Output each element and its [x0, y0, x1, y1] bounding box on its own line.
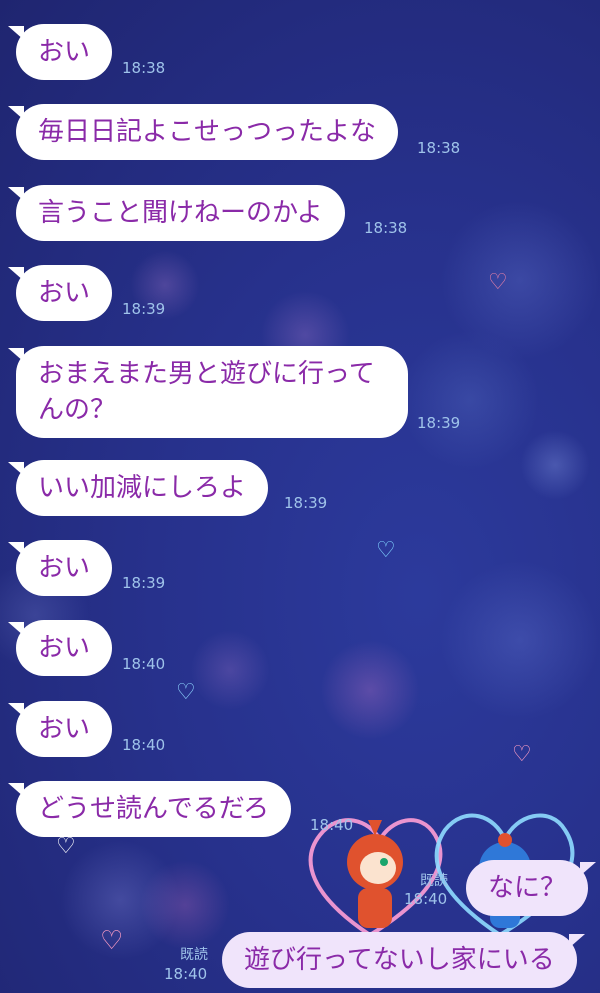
message-time: 18:40: [164, 965, 208, 983]
message-time: 18:39: [122, 300, 166, 318]
message-bubble[interactable]: いい加減にしろよ: [7, 460, 269, 516]
message-bubble[interactable]: おい: [7, 24, 113, 80]
message-bubble[interactable]: おい: [7, 620, 113, 676]
heart-icon: ♡: [512, 742, 532, 767]
message-time: 18:38: [417, 139, 461, 157]
heart-icon: ♡: [176, 680, 196, 705]
heart-icon: ♡: [488, 270, 508, 295]
message-time: 18:39: [417, 414, 461, 432]
heart-icon: ♡: [100, 926, 124, 956]
message-bubble[interactable]: おい: [7, 265, 113, 321]
bokeh-light: [520, 430, 590, 500]
bokeh-light: [190, 630, 270, 710]
heart-icon: ♡: [56, 834, 76, 859]
message-time: 18:40: [404, 890, 448, 908]
message-time: 18:39: [284, 494, 328, 512]
bokeh-light: [440, 560, 600, 720]
sent-message-bubble[interactable]: 遊び行ってないし家にいる: [222, 932, 585, 988]
bokeh-light: [140, 860, 230, 950]
read-receipt: 既読: [180, 947, 208, 963]
message-bubble[interactable]: 毎日日記よこせっつったよな: [7, 104, 399, 160]
message-bubble[interactable]: おい: [7, 540, 113, 596]
bokeh-light: [320, 640, 420, 740]
message-line: んの？: [38, 395, 117, 425]
heart-icon: ♡: [376, 538, 396, 563]
message-time: 18:40: [122, 736, 166, 754]
message-time: 18:38: [122, 59, 166, 77]
message-bubble[interactable]: 言うこと聞けねーのかよ: [8, 185, 345, 241]
message-bubble[interactable]: おまえまた男と遊びに行って んの？: [8, 346, 408, 438]
read-receipt: 既読: [420, 873, 448, 889]
sent-message-bubble[interactable]: なに？: [466, 860, 597, 916]
message-time: 18:40: [310, 816, 354, 834]
message-bubble[interactable]: どうせ読んでるだろ: [7, 781, 292, 837]
message-bubble[interactable]: おい: [7, 701, 113, 757]
message-time: 18:40: [122, 655, 166, 673]
message-time: 18:39: [122, 574, 166, 592]
message-time: 18:38: [364, 219, 408, 237]
bokeh-light: [400, 330, 540, 470]
message-line: おまえまた男と遊びに行って: [38, 359, 375, 389]
